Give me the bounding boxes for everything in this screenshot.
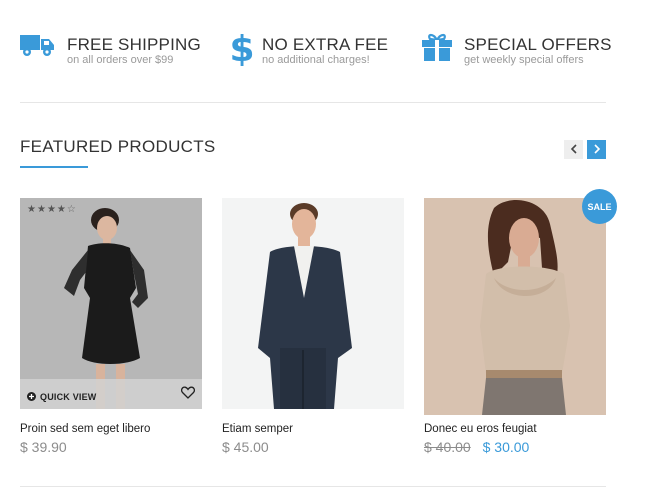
- plus-circle-icon: [27, 388, 36, 406]
- feature-subtitle: on all orders over $99: [67, 54, 174, 66]
- chevron-left-icon: [570, 141, 578, 159]
- feature-free-shipping: FREE SHIPPING on all orders over $99: [20, 30, 210, 74]
- divider: [20, 486, 606, 487]
- star-icon: ★: [36, 204, 46, 215]
- product-photo-dress: [20, 198, 202, 409]
- heart-icon[interactable]: [181, 386, 195, 404]
- chevron-right-icon: [593, 141, 601, 159]
- product-name[interactable]: Etiam semper: [222, 423, 293, 435]
- product-card[interactable]: Donec eu eros feugiat $ 40.00 $ 30.00: [424, 198, 606, 455]
- feature-title: SPECIAL OFFERS: [464, 35, 612, 54]
- price-row: $ 40.00 $ 30.00: [424, 439, 529, 455]
- divider: [20, 102, 606, 103]
- product-image[interactable]: [424, 198, 606, 415]
- feature-subtitle: no additional charges!: [262, 54, 370, 66]
- product-image[interactable]: ★ ★ ★ ★ ☆ QUICK VIEW: [20, 198, 202, 409]
- product-photo-blouse: [424, 198, 606, 415]
- star-icon: ★: [56, 204, 66, 215]
- features-strip: FREE SHIPPING on all orders over $99 $ N…: [20, 28, 611, 74]
- product-name[interactable]: Proin sed sem eget libero: [20, 423, 150, 435]
- gift-icon: [421, 32, 453, 67]
- quick-view-button[interactable]: QUICK VIEW: [27, 388, 97, 406]
- product-sale-price: $ 30.00: [482, 439, 530, 455]
- dollar-icon: $: [229, 28, 254, 71]
- product-photo-suit: [222, 198, 404, 409]
- product-old-price: $ 40.00: [424, 439, 471, 455]
- truck-icon: [20, 32, 56, 63]
- carousel-prev-button[interactable]: [564, 140, 583, 159]
- price-row: $ 39.90: [20, 439, 67, 455]
- feature-subtitle: get weekly special offers: [464, 54, 584, 66]
- product-card[interactable]: ★ ★ ★ ★ ☆ QUICK VIEW Proin sed sem eget …: [20, 198, 202, 455]
- feature-title: FREE SHIPPING: [67, 35, 201, 54]
- product-price: $ 45.00: [222, 439, 269, 455]
- feature-no-extra-fee: $ NO EXTRA FEE no additional charges!: [229, 28, 410, 74]
- quick-view-label: QUICK VIEW: [40, 392, 97, 402]
- price-row: $ 45.00: [222, 439, 269, 455]
- product-price: $ 39.90: [20, 439, 67, 455]
- product-card[interactable]: Etiam semper $ 45.00: [222, 198, 404, 455]
- title-underline: [20, 166, 88, 168]
- quick-view-bar: QUICK VIEW: [20, 379, 202, 409]
- star-icon: ★: [46, 204, 56, 215]
- feature-special-offers: SPECIAL OFFERS get weekly special offers: [421, 30, 611, 74]
- rating-stars: ★ ★ ★ ★ ☆: [27, 205, 76, 215]
- section-title: FEATURED PRODUCTS: [20, 137, 216, 156]
- sale-badge: SALE: [582, 189, 617, 224]
- svg-text:$: $: [230, 29, 254, 66]
- feature-title: NO EXTRA FEE: [262, 35, 389, 54]
- star-empty-icon: ☆: [66, 204, 76, 215]
- product-image[interactable]: [222, 198, 404, 409]
- carousel-next-button[interactable]: [587, 140, 606, 159]
- product-name[interactable]: Donec eu eros feugiat: [424, 423, 537, 435]
- star-icon: ★: [27, 204, 36, 215]
